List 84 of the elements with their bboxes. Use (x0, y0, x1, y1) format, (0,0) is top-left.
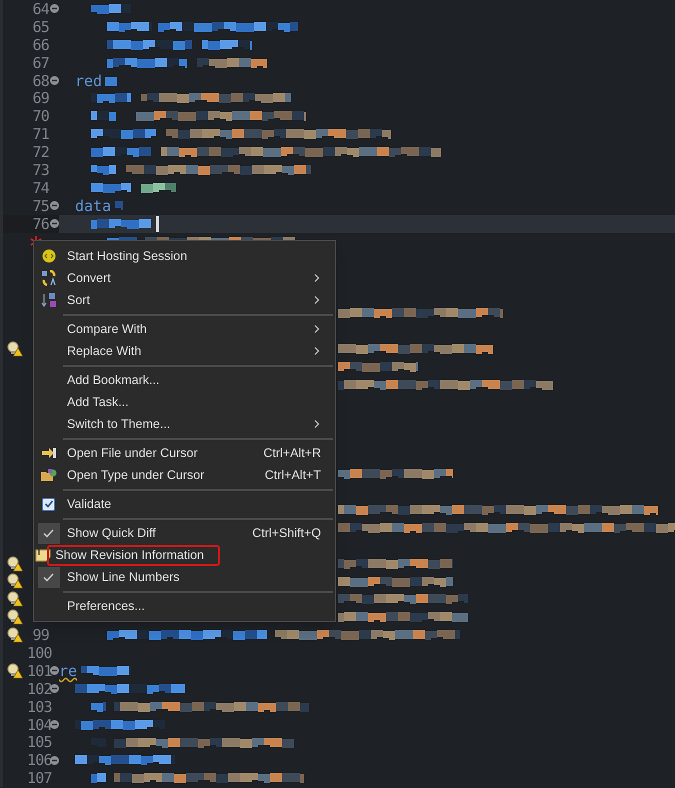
collapse-icon[interactable] (50, 684, 59, 694)
blurred-code-drawing (107, 22, 152, 32)
lightbulb-warning-icon (7, 609, 23, 626)
line-number: 107 (27, 769, 49, 788)
menu-item[interactable]: Replace With (63, 340, 335, 362)
blurred-code-drawing (91, 129, 156, 140)
blurred-code-drawing (115, 200, 123, 211)
line-number: 66 (31, 36, 49, 54)
blurred-code-drawing (91, 773, 106, 784)
lightbulb-warning-icon (7, 573, 23, 590)
lightbulb-warning-icon (7, 591, 23, 608)
line-number: 75 (31, 196, 49, 215)
blurred-code-drawing (81, 666, 131, 676)
chevron-right-icon (313, 346, 321, 356)
collapse-icon[interactable] (50, 720, 59, 730)
line-number: 102 (27, 680, 49, 698)
line-number: 100 (27, 644, 49, 662)
collapse-icon[interactable] (50, 201, 59, 210)
line-number: 105 (27, 733, 49, 752)
chevron-right-icon (313, 324, 321, 334)
chevron-right-icon (313, 295, 321, 305)
collapse-icon[interactable] (50, 756, 59, 765)
line-number: 103 (27, 698, 49, 716)
menu-item[interactable]: Sort (63, 290, 335, 310)
collapse-icon[interactable] (50, 666, 59, 676)
blurred-code-drawing (105, 76, 117, 86)
blurred-code-drawing (91, 111, 116, 122)
blurred-code-drawing (91, 93, 131, 104)
lightbulb-warning-icon (7, 556, 23, 572)
collapse-icon[interactable] (50, 219, 59, 228)
collapse-icon[interactable] (50, 4, 59, 14)
code-text: data (75, 196, 112, 215)
convert-icon (40, 270, 56, 286)
line-number: 72 (31, 143, 49, 162)
code-text: re (59, 662, 78, 680)
line-number: 101 (27, 662, 49, 680)
chevron-right-icon (313, 273, 321, 283)
line-number: 74 (31, 178, 49, 197)
line-number: 65 (31, 18, 49, 36)
lightbulb-warning-icon (7, 627, 23, 644)
menu-item[interactable]: Add Bookmark... (63, 370, 335, 390)
menu-item[interactable]: Show Line Numbers (63, 566, 335, 588)
line-number: 69 (31, 89, 49, 108)
line-number: 71 (31, 125, 49, 144)
chevron-right-icon (313, 419, 321, 429)
blurred-code-drawing (91, 147, 151, 158)
code-session-icon (42, 249, 56, 263)
menu-item[interactable]: Open Type under Cursor Ctrl+Alt+T (63, 464, 335, 486)
folder-icon (40, 468, 58, 482)
menu-item[interactable]: Show Revision Information (47, 544, 220, 566)
open-file-icon (40, 446, 56, 460)
code-text: red (75, 72, 102, 90)
line-number: 104 (27, 716, 49, 734)
line-number: 68 (31, 72, 49, 90)
blurred-code-drawing (91, 165, 116, 176)
checkbox[interactable] (42, 498, 55, 510)
text-cursor (156, 216, 159, 232)
sort-icon (40, 292, 56, 308)
line-number: 70 (31, 107, 49, 126)
menu-item[interactable]: Start Hosting Session (63, 246, 335, 266)
line-number: 67 (31, 54, 49, 72)
menu-item[interactable]: Switch to Theme... (63, 414, 335, 434)
menu-item[interactable]: Add Task... (63, 392, 335, 412)
menu-item[interactable]: Show Quick Diff Ctrl+Shift+Q (63, 522, 335, 544)
lightbulb-warning-icon (7, 340, 23, 357)
menu-item[interactable]: Open File under Cursor Ctrl+Alt+R (63, 442, 335, 464)
line-number: 64 (31, 0, 49, 18)
blurred-code-drawing (91, 702, 106, 712)
blurred-code-drawing (91, 4, 131, 14)
line-number: 76 (31, 214, 49, 233)
menu-item[interactable]: Preferences... (63, 596, 335, 616)
blurred-code-drawing (197, 58, 267, 68)
blurred-code-drawing (202, 40, 252, 50)
lightbulb-warning-icon (7, 662, 23, 679)
line-number: 73 (31, 160, 49, 179)
menu-item[interactable]: Compare With (63, 318, 335, 340)
blurred-code-drawing (141, 182, 176, 193)
collapse-icon[interactable] (50, 76, 59, 85)
line-number: 106 (27, 751, 49, 770)
blurred-code-drawing (91, 182, 131, 193)
menu-item[interactable]: Validate (63, 494, 335, 514)
line-number: 99 (31, 626, 49, 644)
blurred-code-drawing (91, 218, 151, 229)
menu-item[interactable]: Convert (63, 268, 335, 288)
